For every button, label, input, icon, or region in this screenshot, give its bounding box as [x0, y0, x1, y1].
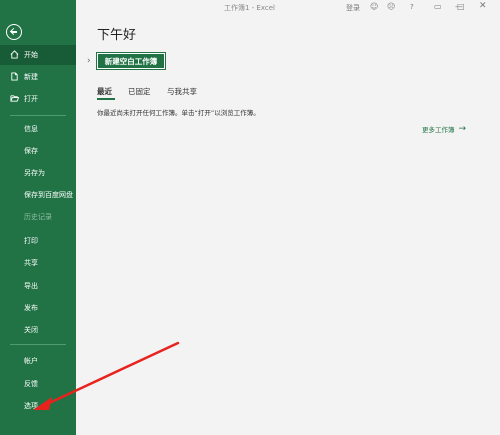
- sidebar-item-info[interactable]: 信息: [0, 119, 76, 139]
- sidebar-item-account[interactable]: 帐户: [0, 351, 76, 371]
- new-blank-workbook-button[interactable]: 新建空白工作簿: [96, 52, 166, 70]
- sidebar-item-save-to-baidu[interactable]: 保存到百度网盘: [0, 185, 76, 205]
- sidebar-item-share[interactable]: 共享: [0, 253, 76, 273]
- sidebar-divider: [10, 115, 66, 116]
- sidebar-item-label: 保存: [24, 147, 38, 155]
- title-bar: 工作簿1 - Excel 登录 ☺ ☹ ? ▭ —: [76, 0, 500, 16]
- window-title: 工作簿1 - Excel: [224, 4, 275, 12]
- sidebar-item-label: 信息: [24, 125, 38, 133]
- home-icon: [10, 50, 19, 59]
- sidebar-item-new[interactable]: 新建: [0, 67, 76, 87]
- sidebar-item-publish[interactable]: 发布: [0, 298, 76, 318]
- more-workbooks-link[interactable]: 更多工作簿 →: [422, 124, 466, 134]
- help-icon[interactable]: ?: [410, 3, 414, 11]
- sidebar-item-label: 打开: [24, 95, 38, 103]
- sidebar-item-label: 选项: [24, 402, 38, 410]
- signin-link[interactable]: 登录: [346, 3, 360, 13]
- sidebar-item-home[interactable]: 开始: [0, 45, 76, 65]
- sidebar-divider: [10, 344, 66, 345]
- sidebar-item-export[interactable]: 导出: [0, 276, 76, 296]
- empty-recent-message: 你最近尚未打开任何工作簿。单击“打开”以浏览工作簿。: [97, 109, 260, 117]
- active-tab-indicator: [97, 98, 115, 100]
- restore-ribbon-icon[interactable]: ▭: [434, 2, 442, 11]
- greeting-heading: 下午好: [97, 28, 137, 43]
- new-file-icon: [11, 72, 18, 81]
- sidebar-item-label: 导出: [24, 282, 38, 290]
- sidebar-item-label: 共享: [24, 259, 38, 267]
- close-window-icon[interactable]: ✕: [479, 1, 487, 11]
- sidebar-item-label: 帐户: [24, 357, 38, 365]
- sidebar-item-label: 发布: [24, 304, 38, 312]
- sidebar-item-open[interactable]: 打开: [0, 89, 76, 109]
- sidebar-item-options[interactable]: 选项: [0, 396, 76, 416]
- sidebar-item-label: 保存到百度网盘: [24, 191, 73, 199]
- sidebar-item-history: 历史记录: [0, 207, 76, 227]
- chevron-right-icon[interactable]: ›: [87, 56, 91, 66]
- sidebar-item-save[interactable]: 保存: [0, 141, 76, 161]
- sidebar-item-label: 历史记录: [24, 213, 52, 221]
- sidebar-item-print[interactable]: 打印: [0, 231, 76, 251]
- smile-icon[interactable]: ☺: [370, 2, 378, 11]
- sidebar-item-save-as[interactable]: 另存为: [0, 163, 76, 183]
- maximize-window-icon[interactable]: □: [457, 2, 465, 11]
- arrow-right-icon: →: [458, 124, 467, 134]
- tab-shared-with-me[interactable]: 与我共享: [167, 86, 197, 97]
- more-workbooks-label: 更多工作簿: [422, 126, 455, 134]
- sidebar-item-label: 打印: [24, 237, 38, 245]
- sidebar-item-label: 开始: [24, 51, 38, 59]
- open-folder-icon: [10, 95, 19, 102]
- backstage-sidebar: 开始 新建 打开 信息 保存 另存为 保存到百度网盘 历史记录 打印 共享 导出…: [0, 0, 76, 435]
- tab-recent[interactable]: 最近: [97, 86, 112, 97]
- sidebar-item-label: 另存为: [24, 169, 45, 177]
- tab-pinned[interactable]: 已固定: [128, 86, 151, 97]
- sidebar-item-feedback[interactable]: 反馈: [0, 374, 76, 394]
- sidebar-item-label: 关闭: [24, 326, 38, 334]
- sidebar-item-close[interactable]: 关闭: [0, 320, 76, 340]
- sidebar-item-label: 新建: [24, 73, 38, 81]
- back-arrow-icon[interactable]: [6, 24, 22, 40]
- sidebar-item-label: 反馈: [24, 380, 38, 388]
- frown-icon[interactable]: ☹: [387, 2, 395, 11]
